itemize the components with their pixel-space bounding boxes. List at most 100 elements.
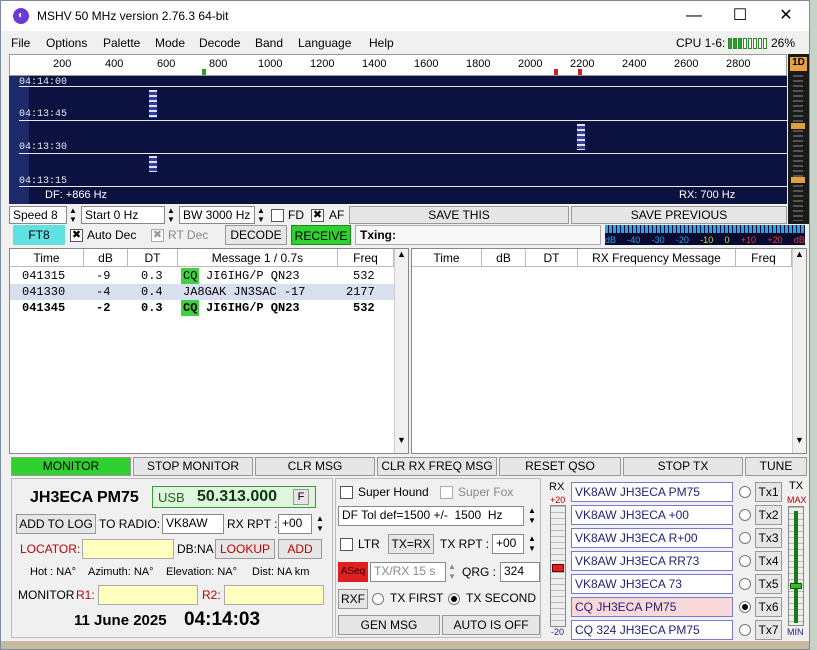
menu-help[interactable]: Help xyxy=(369,36,394,50)
tx-message-5[interactable]: VK8AW JH3ECA 73 xyxy=(571,574,733,594)
menu-file[interactable]: File xyxy=(11,36,30,50)
menu-band[interactable]: Band xyxy=(255,36,283,50)
speed-spinbox[interactable]: Speed 8 xyxy=(9,206,67,224)
clr-rx-freq-msg-button[interactable]: CLR RX FREQ MSG xyxy=(377,457,497,476)
tx2-button[interactable]: Tx2 xyxy=(755,505,782,525)
tx2-radio[interactable] xyxy=(739,509,751,521)
tx4-radio[interactable] xyxy=(739,555,751,567)
column-header[interactable]: Freq xyxy=(736,249,792,267)
qrg-input[interactable]: 324 xyxy=(500,562,540,582)
column-header[interactable]: Freq xyxy=(338,249,394,267)
auto-dec-checkbox[interactable]: ✖ xyxy=(70,229,83,242)
tx1-radio[interactable] xyxy=(739,486,751,498)
to-radio-input[interactable]: VK8AW xyxy=(162,514,224,534)
stop-monitor-button[interactable]: STOP MONITOR xyxy=(133,457,253,476)
tx5-radio[interactable] xyxy=(739,578,751,590)
tx-eq-rx-button[interactable]: TX=RX xyxy=(388,534,434,554)
tx3-button[interactable]: Tx3 xyxy=(755,528,782,548)
txrx-period-spinbox[interactable]: TX/RX 15 s xyxy=(370,562,446,582)
waterfall-display[interactable]: 04:14:00 04:13:45 04:13:30 04:13:15 DF: … xyxy=(9,76,787,204)
tx3-radio[interactable] xyxy=(739,532,751,544)
column-header[interactable]: dB xyxy=(482,249,526,267)
frequency-scale[interactable]: 200 400 600 800 1000 1200 1400 1600 1800… xyxy=(9,54,787,76)
scroll-up-icon[interactable]: ▲ xyxy=(793,249,806,259)
tx-message-7[interactable]: CQ 324 JH3ECA PM75 xyxy=(571,620,733,640)
tx-second-radio[interactable] xyxy=(448,593,460,605)
menu-decode[interactable]: Decode xyxy=(199,36,240,50)
column-header[interactable]: DT xyxy=(128,249,178,267)
side-slider-handle[interactable] xyxy=(791,123,805,129)
super-fox-checkbox[interactable] xyxy=(440,486,453,499)
scroll-down-icon[interactable]: ▼ xyxy=(395,435,408,445)
tx-message-4[interactable]: VK8AW JH3ECA RR73 xyxy=(571,551,733,571)
maximize-icon[interactable]: ☐ xyxy=(717,1,763,31)
save-previous-button[interactable]: SAVE PREVIOUS xyxy=(571,206,787,224)
reset-qso-button[interactable]: RESET QSO xyxy=(499,457,621,476)
menu-language[interactable]: Language xyxy=(298,36,351,50)
tx1-button[interactable]: Tx1 xyxy=(755,482,782,502)
tune-button[interactable]: TUNE xyxy=(745,457,807,476)
tx-message-2[interactable]: VK8AW JH3ECA +00 xyxy=(571,505,733,525)
locator-input[interactable] xyxy=(82,539,174,559)
super-hound-checkbox[interactable] xyxy=(340,486,353,499)
ltr-checkbox[interactable] xyxy=(340,538,353,551)
decode-button[interactable]: DECODE xyxy=(225,225,287,245)
bw-spinbox[interactable]: BW 3000 Hz xyxy=(179,206,255,224)
minimize-icon[interactable]: — xyxy=(671,1,717,31)
column-header[interactable]: DT xyxy=(526,249,578,267)
start-spinbox[interactable]: Start 0 Hz xyxy=(81,206,165,224)
scroll-up-icon[interactable]: ▲ xyxy=(395,249,408,259)
menu-palette[interactable]: Palette xyxy=(103,36,140,50)
tx6-button[interactable]: Tx6 xyxy=(755,597,782,617)
add-button[interactable]: ADD xyxy=(278,539,322,559)
tx-rpt-spinbox[interactable]: +00 xyxy=(492,534,524,554)
frequency-display[interactable]: USB 50.313.000 F xyxy=(152,486,316,508)
scrollbar[interactable]: ▲ ▼ xyxy=(792,249,806,453)
stop-tx-button[interactable]: STOP TX xyxy=(623,457,743,476)
rx-rpt-spinbox[interactable]: +00 xyxy=(278,514,312,534)
tx6-radio[interactable] xyxy=(739,601,751,613)
rx-slider-handle[interactable] xyxy=(552,564,564,572)
column-header[interactable]: Message 1 / 0.7s xyxy=(178,249,338,267)
tx-first-radio[interactable] xyxy=(372,593,384,605)
tx-level-slider[interactable] xyxy=(788,506,804,626)
table-row[interactable]: 041330 -4 0.4 JA8GAK JN3SAC -17 2177 xyxy=(10,284,394,300)
side-slider-handle[interactable] xyxy=(791,177,805,183)
menu-options[interactable]: Options xyxy=(46,36,87,50)
tx5-button[interactable]: Tx5 xyxy=(755,574,782,594)
df-tol-spin-icon[interactable]: ▲ ▼ xyxy=(525,506,539,526)
menu-mode[interactable]: Mode xyxy=(155,36,185,50)
rt-dec-checkbox[interactable]: ✖ xyxy=(151,229,164,242)
add-to-log-button[interactable]: ADD TO LOG xyxy=(16,514,96,534)
scroll-down-icon[interactable]: ▼ xyxy=(793,435,806,445)
af-checkbox[interactable]: ✖ xyxy=(311,209,324,222)
scrollbar[interactable]: ▲ ▼ xyxy=(394,249,408,453)
column-header[interactable]: dB xyxy=(84,249,128,267)
table-row[interactable]: 041345 -2 0.3 CQ JI6IHG/P QN23 532 xyxy=(10,300,394,316)
rx-level-slider[interactable] xyxy=(550,505,566,627)
fd-checkbox[interactable] xyxy=(271,209,284,222)
rxf-button[interactable]: RXF xyxy=(338,589,368,609)
speed-spin-icon[interactable]: ▲ ▼ xyxy=(67,206,79,224)
start-spin-icon[interactable]: ▲ ▼ xyxy=(165,206,177,224)
tx-slider-handle[interactable] xyxy=(790,583,802,589)
tx-message-1[interactable]: VK8AW JH3ECA PM75 xyxy=(571,482,733,502)
tx4-button[interactable]: Tx4 xyxy=(755,551,782,571)
column-header[interactable]: RX Frequency Message xyxy=(578,249,736,267)
table-row[interactable]: 041315 -9 0.3 CQ JI6IHG/P QN23 532 xyxy=(10,268,394,284)
column-header[interactable]: Time xyxy=(10,249,84,267)
df-tol-spinbox[interactable]: DF Tol def=1500 +/- 1500 Hz xyxy=(338,506,524,526)
r2-input[interactable] xyxy=(224,585,324,605)
aseq-toggle[interactable]: ASeq xyxy=(338,562,368,582)
tx7-radio[interactable] xyxy=(739,624,751,636)
tx-message-6[interactable]: CQ JH3ECA PM75 xyxy=(571,597,733,617)
save-this-button[interactable]: SAVE THIS xyxy=(349,206,569,224)
gen-msg-button[interactable]: GEN MSG xyxy=(338,615,440,635)
f-button[interactable]: F xyxy=(293,489,309,505)
auto-off-button[interactable]: AUTO IS OFF xyxy=(442,615,540,635)
tx-message-3[interactable]: VK8AW JH3ECA R+00 xyxy=(571,528,733,548)
monitor-button[interactable]: MONITOR xyxy=(11,457,131,476)
tx-rpt-spin-icon[interactable]: ▲ ▼ xyxy=(525,534,539,554)
rx-rpt-spin-icon[interactable]: ▲ ▼ xyxy=(313,514,327,534)
bw-spin-icon[interactable]: ▲ ▼ xyxy=(255,206,267,224)
